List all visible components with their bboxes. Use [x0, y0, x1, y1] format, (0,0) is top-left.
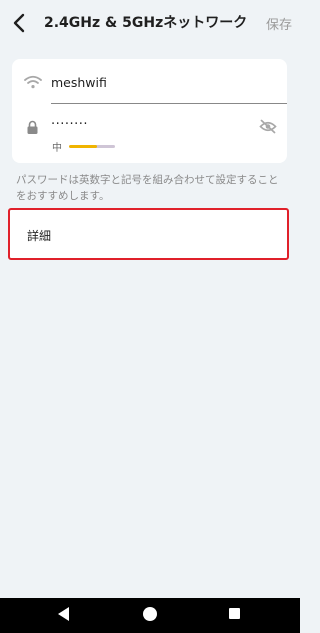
nav-recent-apps-icon[interactable]	[229, 608, 240, 619]
password-strength-label: 中	[52, 143, 62, 154]
ssid-input-underline	[51, 103, 287, 104]
system-navigation-bar	[0, 598, 300, 633]
save-button[interactable]: 保存	[266, 14, 292, 33]
nav-home-icon[interactable]	[143, 607, 157, 621]
network-settings-card: meshwifi ········ 中	[12, 59, 287, 163]
back-arrow-icon[interactable]	[10, 12, 30, 34]
password-strength-fill	[69, 145, 97, 148]
details-row[interactable]: 詳細	[8, 208, 289, 260]
ssid-input[interactable]: meshwifi	[51, 75, 107, 90]
password-hint-text: パスワードは英数字と記号を組み合わせて設定することをおすすめします。	[16, 174, 279, 202]
details-label: 詳細	[27, 229, 52, 243]
eye-off-icon[interactable]	[259, 119, 277, 134]
page-title: 2.4GHz & 5GHzネットワーク	[44, 15, 248, 31]
password-input[interactable]: ········	[51, 117, 88, 132]
lock-icon	[27, 120, 38, 134]
nav-back-icon[interactable]	[57, 606, 71, 622]
app-header: 2.4GHz & 5GHzネットワーク 保存	[0, 0, 300, 46]
password-strength-bar	[69, 145, 115, 148]
wifi-icon	[24, 75, 42, 89]
